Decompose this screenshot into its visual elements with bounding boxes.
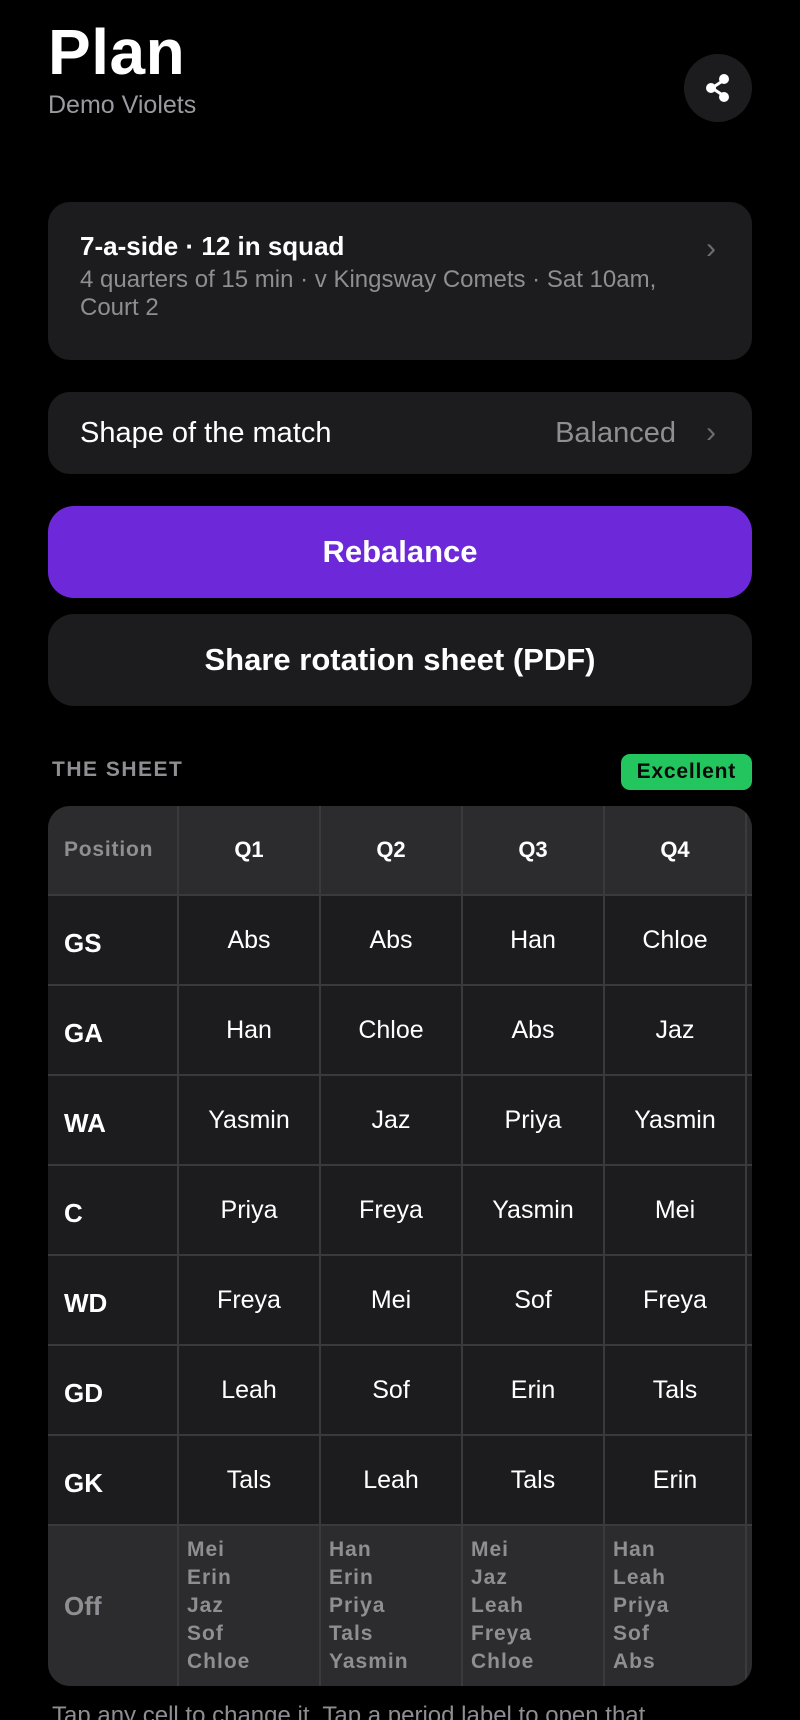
assignment-cell[interactable]: Erin	[463, 1346, 605, 1436]
assignment-cell[interactable]: Yasmin	[605, 1076, 747, 1166]
assignment-cell[interactable]: Leah	[321, 1436, 463, 1526]
assignment-cell[interactable]: Erin	[605, 1436, 747, 1526]
assignment-cell[interactable]: Abs	[321, 896, 463, 986]
assignment-cell[interactable]: Tals	[463, 1436, 605, 1526]
off-player: Chloe	[471, 1650, 535, 1673]
scroll-edge	[747, 1076, 752, 1166]
header: Plan Demo Violets	[48, 14, 196, 120]
assignment-cell[interactable]: Yasmin	[463, 1166, 605, 1256]
chevron-right-icon: ›	[706, 416, 716, 449]
off-player: Freya	[471, 1622, 533, 1645]
plan-screen: Plan Demo Violets 7-a-side · 12 in squad…	[0, 0, 800, 1720]
position-label: GS	[48, 896, 179, 986]
off-player: Priya	[329, 1594, 386, 1617]
off-row-label: Off	[48, 1526, 179, 1686]
rating-badge: Excellent	[620, 754, 752, 790]
period-label-q1[interactable]: Q1	[179, 806, 321, 896]
scroll-edge	[747, 896, 752, 986]
chevron-right-icon: ›	[706, 232, 716, 265]
position-label: WA	[48, 1076, 179, 1166]
team-name: Demo Violets	[48, 91, 197, 119]
assignment-cell[interactable]: Leah	[179, 1346, 321, 1436]
shape-value: Balanced	[555, 416, 676, 449]
assignment-cell[interactable]: Chloe	[605, 896, 747, 986]
share-button[interactable]	[684, 54, 752, 122]
sheet-section-header: THE SHEET Excellent	[48, 754, 752, 790]
assignment-cell[interactable]: Chloe	[321, 986, 463, 1076]
rotation-grid: Position Q1 Q2 Q3 Q4 GS Abs Abs Han Chlo…	[48, 806, 752, 1686]
position-label: C	[48, 1166, 179, 1256]
assignment-cell[interactable]: Han	[179, 986, 321, 1076]
off-player: Sof	[613, 1622, 650, 1645]
period-label-q3[interactable]: Q3	[463, 806, 605, 896]
rebalance-button[interactable]: Rebalance	[48, 506, 752, 598]
rotation-sheet-table: Position Q1 Q2 Q3 Q4 GS Abs Abs Han Chlo…	[48, 806, 752, 1686]
off-player: Leah	[613, 1566, 667, 1589]
position-label: WD	[48, 1256, 179, 1346]
off-player: Priya	[613, 1594, 670, 1617]
off-player: Abs	[613, 1650, 656, 1673]
assignment-cell[interactable]: Jaz	[321, 1076, 463, 1166]
scroll-edge	[747, 1346, 752, 1436]
assignment-cell[interactable]: Freya	[179, 1256, 321, 1346]
assignment-cell[interactable]: Abs	[463, 986, 605, 1076]
off-player: Han	[329, 1538, 372, 1561]
off-bench-list-q4[interactable]: Han Leah Priya Sof Abs	[605, 1526, 747, 1686]
shape-label: Shape of the match	[80, 416, 332, 449]
assignment-cell[interactable]: Abs	[179, 896, 321, 986]
assignment-cell[interactable]: Tals	[605, 1346, 747, 1436]
share-pdf-button[interactable]: Share rotation sheet (PDF)	[48, 614, 752, 706]
scroll-edge	[747, 806, 752, 896]
off-player: Mei	[187, 1538, 226, 1561]
period-label-q4[interactable]: Q4	[605, 806, 747, 896]
off-player: Jaz	[187, 1594, 224, 1617]
match-settings-card[interactable]: 7-a-side · 12 in squad 4 quarters of 15 …	[48, 202, 752, 360]
off-player: Chloe	[187, 1650, 251, 1673]
off-player: Erin	[329, 1566, 374, 1589]
off-player: Han	[613, 1538, 656, 1561]
assignment-cell[interactable]: Jaz	[605, 986, 747, 1076]
period-label-q2[interactable]: Q2	[321, 806, 463, 896]
off-player: Leah	[471, 1594, 525, 1617]
off-player: Mei	[471, 1538, 510, 1561]
help-text: Tap any cell to change it. Tap a period …	[52, 1702, 646, 1720]
off-player: Jaz	[471, 1566, 508, 1589]
assignment-cell[interactable]: Priya	[463, 1076, 605, 1166]
assignment-cell[interactable]: Sof	[463, 1256, 605, 1346]
match-details: 4 quarters of 15 min · v Kingsway Comets…	[80, 266, 657, 321]
match-format: 7-a-side · 12 in squad	[80, 231, 345, 261]
off-player: Erin	[187, 1566, 232, 1589]
scroll-edge	[747, 1436, 752, 1526]
page-title: Plan	[48, 16, 186, 88]
assignment-cell[interactable]: Priya	[179, 1166, 321, 1256]
assignment-cell[interactable]: Tals	[179, 1436, 321, 1526]
assignment-cell[interactable]: Mei	[605, 1166, 747, 1256]
assignment-cell[interactable]: Mei	[321, 1256, 463, 1346]
scroll-edge	[747, 1526, 752, 1686]
assignment-cell[interactable]: Sof	[321, 1346, 463, 1436]
section-title: THE SHEET	[52, 758, 184, 781]
off-player: Tals	[329, 1622, 374, 1645]
scroll-edge	[747, 986, 752, 1076]
share-icon	[706, 74, 729, 102]
shape-of-match-row[interactable]: Shape of the match Balanced ›	[48, 392, 752, 474]
scroll-edge	[747, 1256, 752, 1346]
position-label: GK	[48, 1436, 179, 1526]
off-bench-list-q3[interactable]: Mei Jaz Leah Freya Chloe	[463, 1526, 605, 1686]
position-label: GD	[48, 1346, 179, 1436]
off-player: Yasmin	[329, 1650, 409, 1673]
off-bench-list-q1[interactable]: Mei Erin Jaz Sof Chloe	[179, 1526, 321, 1686]
position-label: GA	[48, 986, 179, 1076]
assignment-cell[interactable]: Han	[463, 896, 605, 986]
column-header-position: Position	[48, 806, 179, 896]
assignment-cell[interactable]: Yasmin	[179, 1076, 321, 1166]
assignment-cell[interactable]: Freya	[321, 1166, 463, 1256]
off-player: Sof	[187, 1622, 224, 1645]
off-bench-list-q2[interactable]: Han Erin Priya Tals Yasmin	[321, 1526, 463, 1686]
scroll-edge	[747, 1166, 752, 1256]
assignment-cell[interactable]: Freya	[605, 1256, 747, 1346]
